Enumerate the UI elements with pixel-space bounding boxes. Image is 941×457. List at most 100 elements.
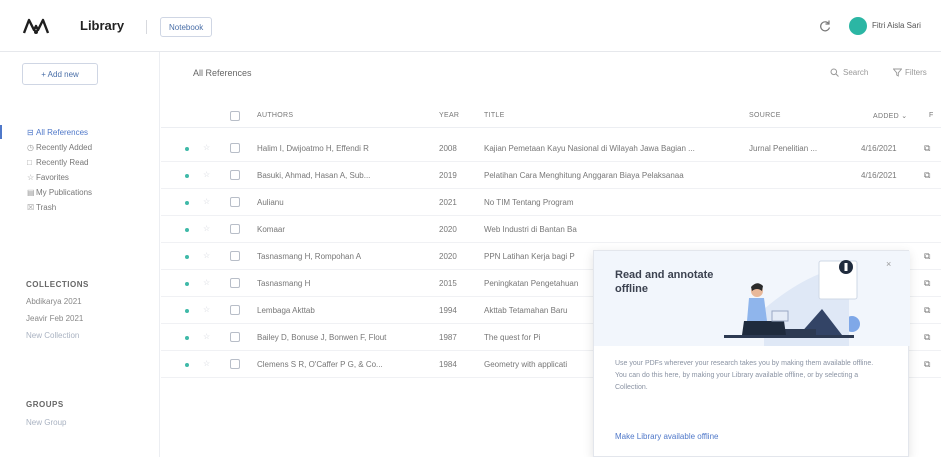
sidebar-item-favorites[interactable]: ☆ Favorites	[0, 170, 159, 184]
new-group-link[interactable]: New Group	[26, 418, 66, 427]
sidebar: + Add new ⊟ All References ◷ Recently Ad…	[0, 52, 160, 457]
star-icon[interactable]: ☆	[203, 332, 210, 341]
make-library-offline-link[interactable]: Make Library available offline	[615, 432, 718, 441]
mendeley-logo-icon[interactable]	[22, 17, 50, 35]
authors-cell: Aulianu	[257, 198, 284, 207]
year-cell: 1987	[439, 333, 457, 342]
title-cell: Kajian Pemetaan Kayu Nasional di Wilayah…	[484, 144, 695, 153]
source-cell: Jurnal Penelitian ...	[749, 144, 818, 153]
app-title[interactable]: Library	[80, 18, 124, 33]
sidebar-item-label: My Publications	[36, 187, 93, 197]
star-icon[interactable]: ☆	[203, 170, 210, 179]
pdf-file-icon[interactable]: ⧉	[924, 143, 930, 154]
search-icon	[830, 68, 839, 77]
year-cell: 2008	[439, 144, 457, 153]
star-icon[interactable]: ☆	[203, 359, 210, 368]
close-icon[interactable]: ×	[886, 259, 891, 269]
year-cell: 1984	[439, 360, 457, 369]
user-name[interactable]: Fitri Aisla Sari	[872, 21, 921, 30]
search-button[interactable]: Search	[830, 68, 868, 77]
sidebar-item-recently-read[interactable]: □ Recently Read	[0, 155, 159, 169]
header-divider	[146, 20, 147, 34]
filter-button[interactable]: Filters	[893, 68, 927, 77]
column-added[interactable]: ADDED ⌄	[873, 112, 907, 120]
pdf-file-icon[interactable]: ⧉	[924, 251, 930, 262]
star-icon[interactable]: ☆	[203, 143, 210, 152]
column-title[interactable]: TITLE	[484, 112, 505, 119]
add-new-button[interactable]: + Add new	[22, 63, 98, 85]
offline-illustration	[594, 251, 910, 346]
row-checkbox[interactable]	[230, 251, 240, 261]
title-cell: Web Industri di Bantan Ba	[484, 225, 577, 234]
year-cell: 2019	[439, 171, 457, 180]
collection-item[interactable]: Jeavir Feb 2021	[26, 314, 83, 323]
row-checkbox[interactable]	[230, 305, 240, 315]
column-year[interactable]: YEAR	[439, 112, 459, 119]
select-all-checkbox[interactable]	[230, 111, 240, 121]
user-avatar[interactable]	[849, 17, 867, 35]
star-icon[interactable]: ☆	[203, 251, 210, 260]
row-checkbox[interactable]	[230, 332, 240, 342]
star-icon[interactable]: ☆	[203, 305, 210, 314]
trash-icon: ☒	[27, 202, 35, 212]
notebook-button[interactable]: Notebook	[160, 17, 213, 37]
table-row[interactable]: ☆ Komaar 2020 Web Industri di Bantan Ba	[161, 216, 941, 243]
reading-person-illustration	[724, 260, 860, 346]
year-cell: 2020	[439, 252, 457, 261]
table-row[interactable]: ☆ Aulianu 2021 No TIM Tentang Program	[161, 189, 941, 216]
sidebar-item-label: All References	[36, 127, 89, 137]
unread-dot-icon	[185, 228, 189, 232]
filter-label: Filters	[905, 68, 927, 77]
book-icon: □	[27, 157, 32, 167]
authors-cell: Halim I, Dwijoatmo H, Effendi R	[257, 144, 369, 153]
table-header: AUTHORS YEAR TITLE SOURCE ADDED ⌄ F	[161, 106, 941, 128]
unread-dot-icon	[185, 147, 189, 151]
table-row[interactable]: ☆ Basuki, Ahmad, Hasan A, Sub... 2019 Pelat…	[161, 162, 941, 189]
page-title: All References	[193, 68, 252, 78]
row-checkbox[interactable]	[230, 143, 240, 153]
year-cell: 2021	[439, 198, 457, 207]
star-icon[interactable]: ☆	[203, 224, 210, 233]
table-row[interactable]: ☆ Halim I, Dwijoatmo H, Effendi R 2008 Kaji…	[161, 135, 941, 162]
star-icon[interactable]: ☆	[203, 278, 210, 287]
top-bar: Library Notebook Fitri Aisla Sari	[0, 0, 941, 52]
pdf-file-icon[interactable]: ⧉	[924, 332, 930, 343]
pdf-file-icon[interactable]: ⧉	[924, 359, 930, 370]
pdf-file-icon[interactable]: ⧉	[924, 278, 930, 289]
unread-dot-icon	[185, 174, 189, 178]
column-file[interactable]: F	[929, 112, 934, 119]
filter-icon	[893, 68, 902, 77]
added-cell: 4/16/2021	[861, 171, 897, 180]
unread-dot-icon	[185, 201, 189, 205]
row-checkbox[interactable]	[230, 170, 240, 180]
collection-item[interactable]: Abdikarya 2021	[26, 297, 82, 306]
sync-icon[interactable]	[818, 19, 832, 33]
row-checkbox[interactable]	[230, 359, 240, 369]
sidebar-item-my-publications[interactable]: ▤ My Publications	[0, 185, 159, 199]
row-checkbox[interactable]	[230, 278, 240, 288]
column-source[interactable]: SOURCE	[749, 112, 781, 119]
sidebar-item-label: Recently Added	[36, 142, 93, 152]
search-label: Search	[843, 68, 869, 77]
unread-dot-icon	[185, 336, 189, 340]
offline-popup: × Read and annotate offline Use your PDF…	[593, 250, 910, 457]
new-collection-link[interactable]: New Collection	[26, 331, 79, 340]
authors-cell: Lembaga Akttab	[257, 306, 315, 315]
sidebar-item-trash[interactable]: ☒ Trash	[0, 200, 159, 214]
row-checkbox[interactable]	[230, 197, 240, 207]
collections-heading: COLLECTIONS	[26, 280, 89, 289]
column-authors[interactable]: AUTHORS	[257, 112, 293, 119]
star-icon[interactable]: ☆	[203, 197, 210, 206]
sidebar-item-all-references[interactable]: ⊟ All References	[0, 125, 159, 139]
star-icon: ☆	[27, 172, 35, 182]
pdf-file-icon[interactable]: ⧉	[924, 305, 930, 316]
unread-dot-icon	[185, 309, 189, 313]
row-checkbox[interactable]	[230, 224, 240, 234]
sidebar-item-recently-added[interactable]: ◷ Recently Added	[0, 140, 159, 154]
unread-dot-icon	[185, 363, 189, 367]
popup-body: Use your PDFs wherever your research tak…	[615, 360, 874, 391]
popup-title: Read and annotate offline	[615, 269, 714, 295]
unread-dot-icon	[185, 255, 189, 259]
unread-dot-icon	[185, 282, 189, 286]
pdf-file-icon[interactable]: ⧉	[924, 170, 930, 181]
